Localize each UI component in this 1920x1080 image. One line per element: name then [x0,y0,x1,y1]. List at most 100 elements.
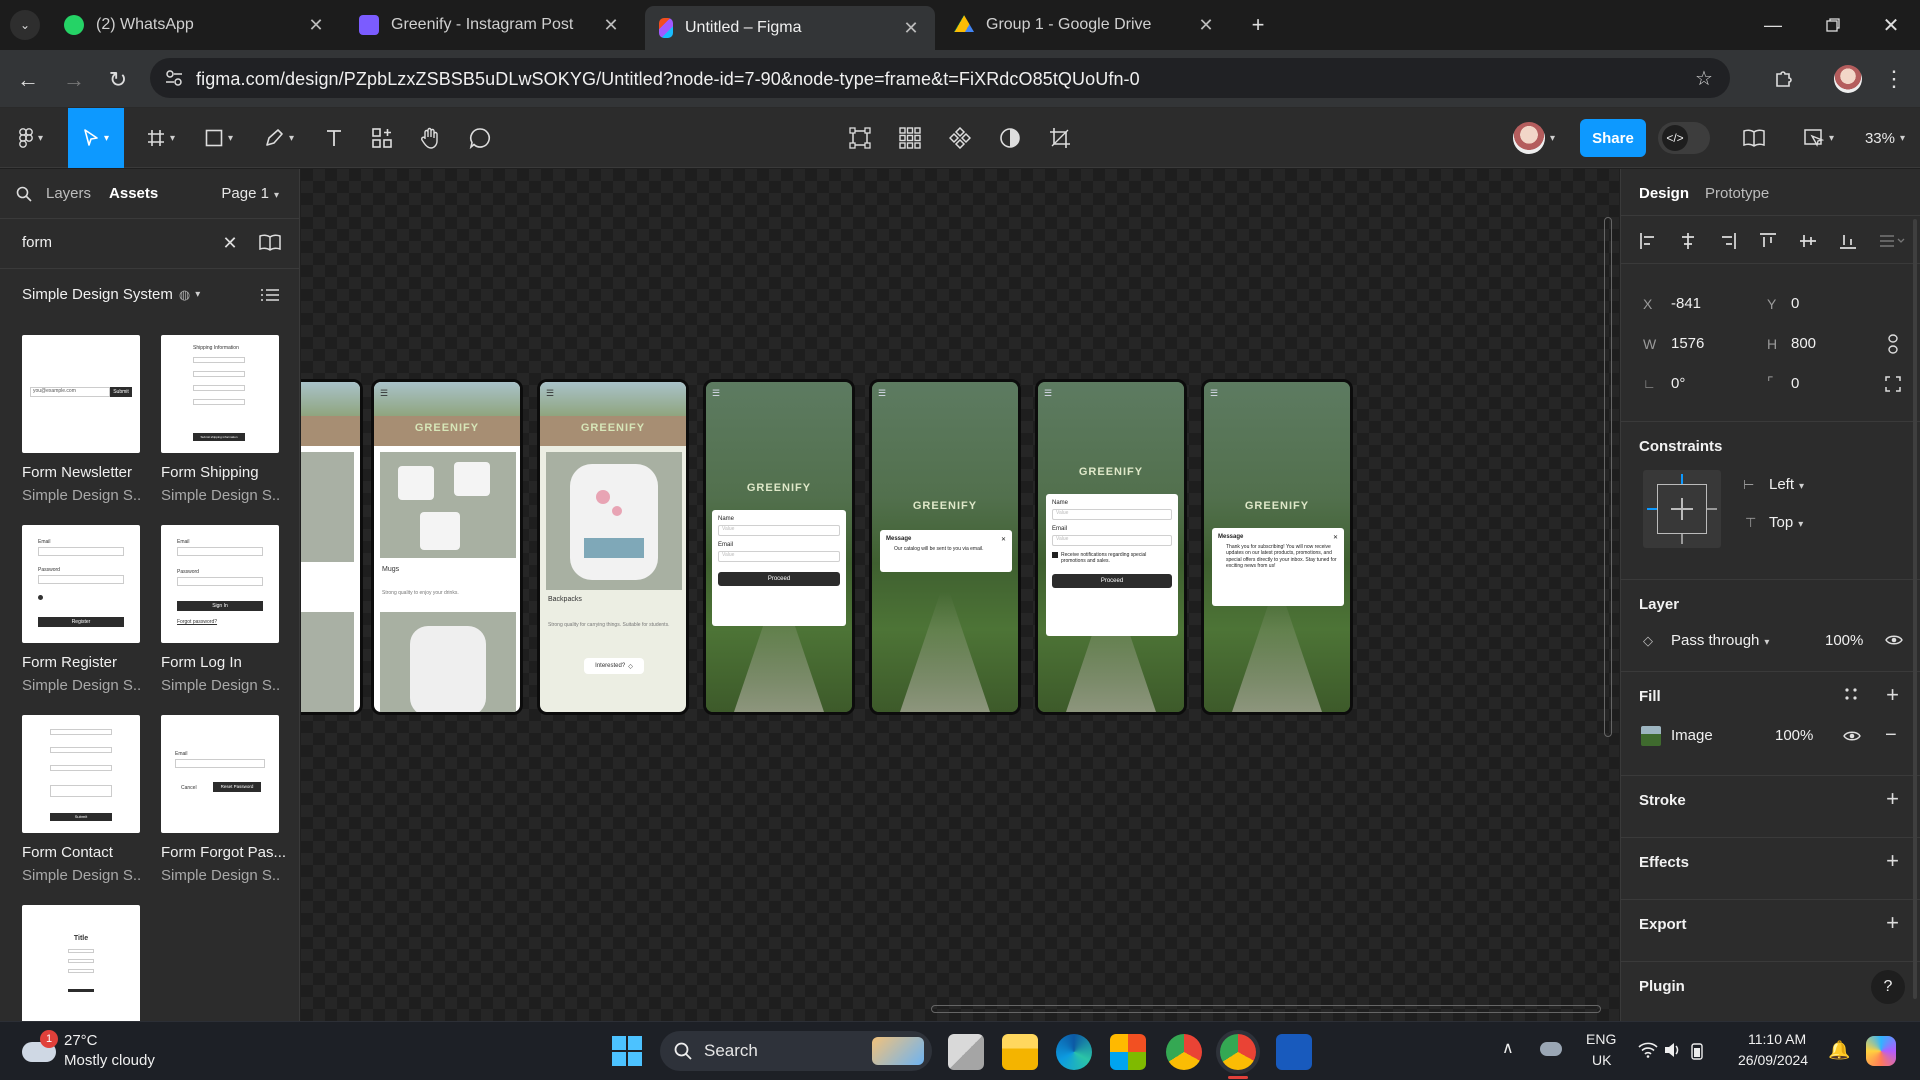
hand-tool-button[interactable] [410,108,450,168]
chevron-up-icon[interactable]: ∧ [1502,1038,1514,1058]
taskbar-search[interactable]: Search [660,1031,932,1071]
start-button[interactable] [612,1036,642,1066]
frame-mugs[interactable]: GREENIFY ☰ Mugs Strong quality to enjoy … [371,379,523,715]
constraints-widget[interactable] [1643,470,1721,548]
tab-close-icon[interactable]: ✕ [601,15,621,36]
chrome-profile-icon[interactable] [1220,1034,1256,1070]
auto-layout-button[interactable] [842,108,878,168]
name-input[interactable]: Value [718,525,840,536]
wifi-icon[interactable] [1638,1042,1658,1058]
tab-layers[interactable]: Layers [46,185,91,202]
email-input[interactable]: Value [1052,535,1172,546]
bookmark-star-icon[interactable]: ☆ [1692,66,1716,90]
corner-radius-input[interactable]: 0 [1791,375,1799,392]
dev-mode-toggle[interactable]: </> [1656,108,1712,168]
tab-instagram-post[interactable]: Greenify - Instagram Post ✕ [345,6,635,44]
proceed-button[interactable]: Proceed [718,572,840,586]
url-text[interactable]: figma.com/design/PZpbLzxZSBSB5uDLwSOKYG/… [196,69,1140,90]
frame-backpacks[interactable]: GREENIFY ☰ Backpacks Strong quality for … [537,379,689,715]
site-settings-icon[interactable] [164,68,184,88]
y-input[interactable]: 0 [1791,295,1799,312]
asset-form-register[interactable]: Email Password Register Form Register Si… [22,525,140,694]
multiplayer-avatar[interactable]: ▾ [1506,108,1562,168]
tab-close-icon[interactable]: ✕ [901,18,921,39]
asset-form-newsletter[interactable]: you@example.com Submit Form Newsletter S… [22,335,140,504]
help-button[interactable]: ? [1871,970,1905,1004]
edge-icon[interactable] [1056,1034,1092,1070]
volume-icon[interactable] [1664,1042,1682,1058]
align-horizontal-center-icon[interactable] [1679,232,1697,250]
library-header[interactable]: Simple Design System ◍ ▾ [22,286,200,303]
constrain-proportions-icon[interactable] [1887,334,1899,354]
grid-layout-button[interactable] [892,108,928,168]
interested-button[interactable]: Interested? ◇ [584,658,644,674]
email-input[interactable]: Value [718,551,840,562]
notification-bell-icon[interactable]: 🔔 [1828,1040,1850,1061]
rotation-input[interactable]: 0° [1671,375,1685,392]
blend-mode-select[interactable]: Pass through ▾ [1671,632,1769,649]
add-stroke-icon[interactable]: + [1886,788,1899,810]
tab-close-icon[interactable]: ✕ [306,15,326,36]
tab-prototype[interactable]: Prototype [1705,185,1769,202]
tab-figma[interactable]: Untitled – Figma ✕ [645,6,935,50]
distribute-icon[interactable] [1879,232,1905,250]
vertical-scrollbar[interactable] [1604,217,1612,737]
frame-1[interactable] [301,379,363,715]
style-grid-icon[interactable] [1845,688,1857,700]
zoom-menu[interactable]: 33% ▾ [1858,108,1912,168]
list-view-icon[interactable] [260,285,280,305]
w-input[interactable]: 1576 [1671,335,1704,352]
horizontal-scrollbar[interactable] [931,1005,1601,1013]
close-icon[interactable]: ✕ [1001,536,1006,543]
asset-form-contact[interactable]: Submit Form Contact Simple Design S... [22,715,140,884]
frame-thank-you[interactable]: ☰ GREENIFY Message ✕ Thank you for subsc… [1201,379,1353,715]
back-arrow-icon[interactable]: ← [14,66,42,94]
layer-opacity-input[interactable]: 100% [1825,632,1863,649]
browser-menu-icon[interactable]: ⋮ [1880,65,1908,93]
pen-tool-button[interactable]: ▾ [256,108,302,168]
search-icon[interactable] [16,186,32,202]
weather-widget[interactable]: 1 27°C Mostly cloudy [20,1030,180,1074]
lang-region[interactable]: UK [1592,1052,1611,1068]
library-book-icon[interactable] [258,233,282,253]
add-fill-icon[interactable]: + [1886,684,1899,706]
image-swatch[interactable] [1641,726,1661,746]
design-canvas[interactable]: GREENIFY ☰ Mugs Strong quality to enjoy … [301,169,1619,1021]
align-left-icon[interactable] [1639,232,1657,250]
add-export-icon[interactable]: + [1886,912,1899,934]
tab-whatsapp[interactable]: (2) WhatsApp ✕ [50,6,340,44]
copilot-icon[interactable] [1866,1036,1896,1066]
asset-form-forgot-password[interactable]: Email Cancel Reset Password Form Forgot … [161,715,286,884]
remove-fill-icon[interactable]: − [1885,724,1897,747]
word-icon[interactable] [1276,1034,1312,1070]
resources-tool-button[interactable] [362,108,402,168]
frame-message[interactable]: ☰ GREENIFY Message ✕ Our catalog will be… [869,379,1021,715]
microsoft-store-icon[interactable] [1110,1034,1146,1070]
tab-close-icon[interactable]: ✕ [1196,15,1216,36]
h-input[interactable]: 800 [1791,335,1816,352]
x-input[interactable]: -841 [1671,295,1701,312]
chrome-icon[interactable] [1166,1034,1202,1070]
lang-code[interactable]: ENG [1586,1031,1616,1047]
asset-form-shipping[interactable]: Shipping Information Submit shipping inf… [161,335,279,504]
vertical-constraint-select[interactable]: Top ▾ [1769,514,1803,531]
new-tab-icon[interactable]: + [1245,12,1271,38]
proceed-button[interactable]: Proceed [1052,574,1172,588]
clock-date[interactable]: 26/09/2024 [1738,1052,1808,1068]
visibility-eye-icon[interactable] [1885,634,1903,646]
add-effect-icon[interactable]: + [1886,850,1899,872]
clock-time[interactable]: 11:10 AM [1748,1031,1806,1047]
battery-icon[interactable] [1690,1042,1704,1060]
fill-visibility-eye-icon[interactable] [1843,730,1861,742]
clear-search-icon[interactable]: ✕ [220,233,240,253]
move-tool-button[interactable]: ▾ [68,108,124,168]
main-menu-button[interactable]: ▾ [8,108,54,168]
asset-search-input[interactable]: form [22,234,52,251]
page-selector[interactable]: Page 1 ▾ [221,185,279,202]
frame-tool-button[interactable]: ▾ [138,108,184,168]
align-top-icon[interactable] [1759,232,1777,250]
name-input[interactable]: Value [1052,509,1172,520]
text-tool-button[interactable] [314,108,354,168]
align-vertical-center-icon[interactable] [1799,232,1817,250]
reload-icon[interactable]: ↻ [104,66,132,94]
